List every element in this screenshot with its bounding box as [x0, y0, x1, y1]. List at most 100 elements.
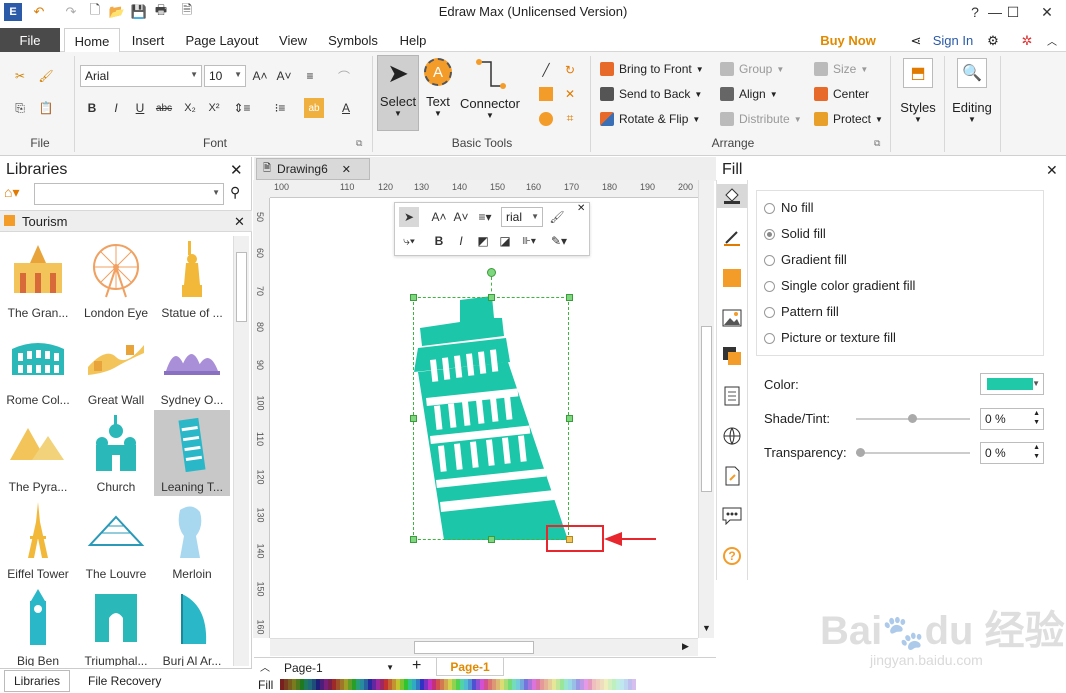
library-item[interactable]: Merloin: [154, 497, 230, 583]
shadow-tab-icon[interactable]: [720, 266, 744, 290]
maximize-button[interactable]: ☐: [996, 0, 1030, 24]
fill-option-pattern-fill[interactable]: Pattern fill: [764, 301, 839, 321]
line-spacing-icon[interactable]: ⇕≡: [232, 98, 252, 118]
library-scrollbar-thumb[interactable]: [236, 252, 247, 322]
transparency-slider-thumb[interactable]: [856, 448, 865, 457]
resize-handle[interactable]: [566, 294, 573, 301]
send-to-back-button[interactable]: Send to Back ▼: [600, 84, 702, 104]
canvas-vertical-thumb[interactable]: [701, 326, 712, 492]
format-painter-icon[interactable]: 🖌: [547, 207, 567, 227]
increase-font-icon[interactable]: A˄: [429, 207, 449, 227]
shade-input[interactable]: 0 % ▲ ▼: [980, 408, 1044, 430]
file-recovery-tab[interactable]: File Recovery: [88, 674, 161, 688]
libraries-tab[interactable]: Libraries: [4, 670, 70, 692]
subscript-icon[interactable]: X₂: [180, 98, 200, 118]
library-item[interactable]: Sydney O...: [154, 323, 230, 409]
file-menu[interactable]: File: [0, 28, 60, 52]
tab-insert[interactable]: Insert: [122, 28, 174, 53]
crop-icon[interactable]: ⌗: [560, 108, 580, 128]
italic-icon[interactable]: I: [106, 98, 126, 118]
library-item-selected[interactable]: Leaning T...: [154, 410, 230, 496]
close-toolbar-icon[interactable]: ✕: [577, 203, 585, 214]
protect-button[interactable]: Protect ▼: [814, 109, 883, 129]
line-color-icon[interactable]: ✎▾: [549, 231, 569, 251]
increase-font-icon[interactable]: A˄: [250, 66, 270, 86]
line-tab-icon[interactable]: [720, 226, 744, 250]
font-color-icon[interactable]: A: [336, 98, 356, 118]
rectangle-icon[interactable]: [539, 87, 553, 101]
share-icon[interactable]: ⋖: [906, 28, 926, 53]
paste-icon[interactable]: 📋: [36, 98, 56, 118]
page-select[interactable]: Page-1 ▼: [280, 659, 398, 676]
collapse-ribbon-icon[interactable]: ︿: [1044, 28, 1060, 53]
bold-icon[interactable]: B: [82, 98, 102, 118]
align-button[interactable]: Align ▼: [720, 84, 778, 104]
arrange-dialog-launcher-icon[interactable]: ⧉: [874, 138, 880, 149]
strikethrough-icon[interactable]: abc: [154, 98, 174, 118]
library-scrollbar[interactable]: [233, 236, 249, 666]
scroll-right-icon[interactable]: ▶: [682, 641, 689, 652]
group-button[interactable]: Group ▼: [720, 59, 784, 79]
transparency-input[interactable]: 0 % ▲ ▼: [980, 442, 1044, 464]
decrease-font-icon[interactable]: A˅: [274, 66, 294, 86]
document-tab[interactable]: 🗎 Drawing6 ✕: [256, 158, 370, 180]
cut-icon[interactable]: ✂: [10, 66, 30, 86]
theme-icon[interactable]: ✲: [1018, 28, 1036, 53]
close-category-icon[interactable]: ✕: [234, 214, 245, 230]
tab-help[interactable]: Help: [392, 28, 434, 53]
library-item[interactable]: Rome Col...: [0, 323, 76, 409]
attachment-icon[interactable]: [720, 464, 744, 488]
underline-icon[interactable]: U: [130, 98, 150, 118]
tab-home[interactable]: Home: [64, 28, 120, 53]
highlight-icon[interactable]: ab: [304, 98, 324, 118]
tab-page-layout[interactable]: Page Layout: [178, 28, 266, 53]
settings-icon[interactable]: ⚙: [984, 28, 1002, 53]
format-painter-icon[interactable]: 🖌: [36, 66, 56, 86]
rotate-flip-button[interactable]: Rotate & Flip ▼: [600, 109, 700, 129]
scroll-down-icon[interactable]: ▼: [702, 623, 711, 633]
resize-handle[interactable]: [488, 294, 495, 301]
send-back-icon[interactable]: ◪: [495, 231, 515, 251]
library-search-input[interactable]: ▼: [34, 183, 224, 205]
search-icon[interactable]: ⚲: [230, 184, 240, 201]
text-curve-icon[interactable]: ⌒: [334, 66, 354, 86]
font-size-select[interactable]: 10 ▼: [204, 65, 246, 87]
fill-option-gradient-fill[interactable]: Gradient fill: [764, 249, 847, 269]
hyperlink-icon[interactable]: [720, 424, 744, 448]
home-icon[interactable]: ⌂▾: [4, 184, 19, 201]
bring-front-icon[interactable]: ◩: [473, 231, 493, 251]
close-libraries-icon[interactable]: ✕: [230, 161, 243, 179]
add-page-icon[interactable]: +: [412, 657, 421, 675]
library-item[interactable]: Church: [78, 410, 154, 496]
library-item[interactable]: Great Wall: [78, 323, 154, 409]
library-item[interactable]: The Louvre: [78, 497, 154, 583]
align-text-icon[interactable]: ≡: [300, 66, 320, 86]
close-button[interactable]: ✕: [1030, 0, 1064, 24]
library-item[interactable]: The Gran...: [0, 236, 76, 322]
library-item[interactable]: London Eye: [78, 236, 154, 322]
help-icon[interactable]: ?: [720, 544, 744, 568]
align-objects-icon[interactable]: ⊪▾: [519, 231, 539, 251]
ellipse-icon[interactable]: [539, 112, 553, 126]
library-item[interactable]: Eiffel Tower: [0, 497, 76, 583]
resize-handle[interactable]: [410, 536, 417, 543]
resize-handle[interactable]: [488, 536, 495, 543]
image-tab-icon[interactable]: [720, 306, 744, 330]
fill-tab-icon[interactable]: [717, 184, 747, 208]
library-item[interactable]: Big Ben: [0, 584, 76, 666]
sign-in-link[interactable]: Sign In: [930, 28, 976, 53]
page-list-icon[interactable]: ︿: [260, 659, 270, 674]
bold-icon[interactable]: B: [429, 231, 449, 251]
distribute-button[interactable]: Distribute ▼: [720, 109, 802, 129]
text-tool-button[interactable]: A Text ▼: [420, 58, 456, 118]
page-tab-active[interactable]: Page-1: [436, 658, 504, 676]
fill-option-no-fill[interactable]: No fill: [764, 197, 814, 217]
font-dialog-launcher-icon[interactable]: ⧉: [356, 138, 362, 149]
select-tool-button[interactable]: ➤ Select ▼: [378, 58, 418, 118]
canvas-horizontal-thumb[interactable]: [414, 641, 534, 654]
tab-symbols[interactable]: Symbols: [320, 28, 386, 53]
resize-handle[interactable]: [410, 294, 417, 301]
buy-now-link[interactable]: Buy Now: [818, 28, 878, 53]
library-item[interactable]: Triumphal...: [78, 584, 154, 666]
rotation-handle[interactable]: [487, 268, 496, 277]
